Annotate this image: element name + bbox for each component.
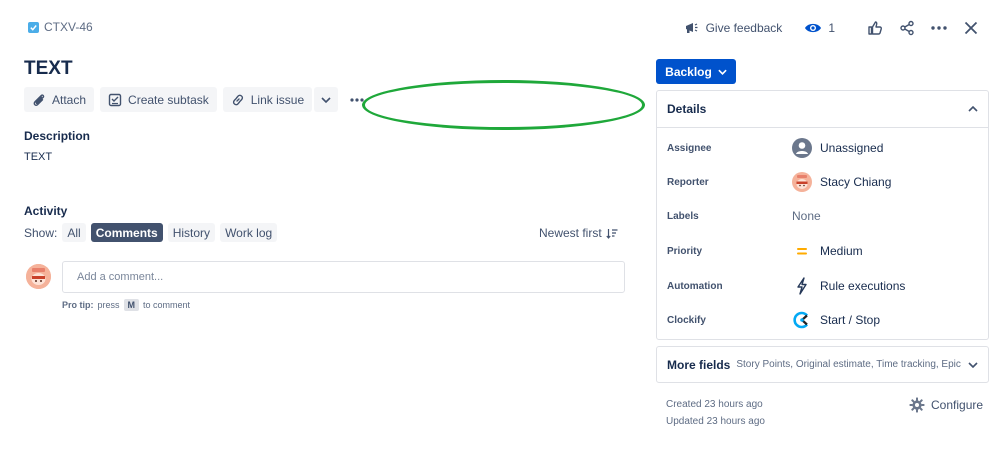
more-fields-title: More fields (667, 357, 731, 372)
issue-toolbar: Attach Create subtask Link issue (24, 87, 370, 112)
configure-label: Configure (931, 398, 984, 412)
detail-row-reporter: Reporter Stacy Chiang (667, 170, 982, 194)
details-panel: Details Assignee Unassigned Reporter Sta… (656, 90, 989, 340)
filter-history[interactable]: History (167, 223, 216, 242)
current-user-avatar (26, 264, 51, 289)
sort-icon (606, 228, 618, 239)
detail-label: Labels (667, 210, 699, 222)
detail-row-clockify: Clockify Start / Stop (667, 308, 982, 332)
filter-work-log[interactable]: Work log (220, 223, 278, 242)
link-icon (231, 93, 245, 107)
detail-label: Reporter (667, 176, 709, 188)
reporter-name: Stacy Chiang (820, 175, 892, 189)
details-header[interactable]: Details (657, 91, 988, 128)
description-heading: Description (24, 129, 91, 143)
more-fields-summary: Story Points, Original estimate, Time tr… (736, 359, 962, 370)
updated-timestamp: Updated 23 hours ago (666, 416, 765, 427)
create-subtask-label: Create subtask (128, 92, 209, 107)
more-fields-panel[interactable]: More fields Story Points, Original estim… (656, 346, 989, 383)
link-issue-label: Link issue (250, 92, 305, 107)
share-icon (899, 20, 915, 36)
issue-key-breadcrumb[interactable]: CTXV-46 (28, 20, 93, 34)
chevron-down-icon (718, 69, 727, 75)
sort-label: Newest first (539, 226, 602, 240)
more-actions-button[interactable] (927, 16, 951, 40)
assignee-value[interactable]: Unassigned (792, 138, 883, 158)
chevron-down-icon (321, 96, 331, 103)
automation-name: Rule executions (820, 279, 906, 293)
lightning-icon (792, 276, 812, 296)
clockify-value[interactable]: Start / Stop (792, 310, 880, 330)
more-icon (931, 26, 947, 30)
vote-button[interactable] (863, 16, 887, 40)
filter-all[interactable]: All (62, 223, 86, 242)
give-feedback-button[interactable]: Give feedback (684, 20, 783, 36)
detail-row-automation: Automation Rule executions (667, 274, 982, 298)
priority-medium-icon (792, 241, 812, 261)
priority-name: Medium (820, 244, 863, 258)
reporter-avatar (792, 172, 812, 192)
pro-tip-suffix: to comment (143, 300, 191, 310)
attach-label: Attach (52, 92, 87, 107)
highlight-oval-annotation (362, 80, 645, 130)
activity-filter-row: Show: All Comments History Work log (24, 223, 278, 242)
gear-icon (909, 397, 925, 413)
comment-placeholder: Add a comment... (77, 271, 164, 283)
chevron-up-icon[interactable] (968, 106, 978, 112)
activity-heading: Activity (24, 204, 68, 218)
detail-label: Priority (667, 245, 703, 257)
create-subtask-button[interactable]: Create subtask (100, 87, 217, 112)
details-title: Details (667, 102, 707, 116)
paperclip-icon (32, 93, 46, 107)
description-text[interactable]: TEXT (24, 151, 52, 163)
megaphone-icon (684, 20, 700, 36)
close-button[interactable] (959, 16, 983, 40)
detail-label: Assignee (667, 142, 712, 154)
thumbs-up-icon (867, 20, 883, 36)
link-issue-button[interactable]: Link issue (222, 87, 313, 112)
more-icon (350, 97, 364, 102)
user-avatar-icon (792, 138, 812, 158)
labels-value[interactable]: None (792, 209, 821, 223)
link-issue-dropdown-button[interactable] (314, 87, 339, 112)
detail-label: Clockify (667, 314, 706, 326)
link-issue-split-button: Link issue (222, 87, 339, 112)
subtask-icon (108, 93, 122, 107)
reporter-value[interactable]: Stacy Chiang (792, 172, 891, 192)
filter-comments[interactable]: Comments (90, 223, 163, 242)
watch-count: 1 (828, 21, 835, 35)
detail-row-priority: Priority Medium (667, 239, 982, 263)
show-label: Show: (24, 225, 58, 240)
close-icon (964, 21, 978, 35)
automation-value[interactable]: Rule executions (792, 276, 905, 296)
top-actions-bar: Give feedback 1 (684, 16, 983, 40)
issue-key-label: CTXV-46 (44, 20, 93, 34)
attach-button[interactable]: Attach (24, 87, 95, 112)
task-type-icon (28, 21, 39, 33)
watch-button[interactable]: 1 (804, 21, 835, 35)
clockify-action: Start / Stop (820, 313, 881, 327)
detail-row-assignee: Assignee Unassigned (667, 136, 982, 160)
status-dropdown-button[interactable]: Backlog (656, 59, 736, 84)
detail-label: Automation (667, 280, 723, 292)
comment-input[interactable]: Add a comment... (62, 261, 625, 293)
status-label: Backlog (665, 64, 712, 79)
pro-tip: Pro tip: press M to comment (62, 299, 190, 311)
give-feedback-label: Give feedback (705, 21, 783, 35)
sort-order-button[interactable]: Newest first (539, 226, 618, 240)
eye-icon (804, 21, 822, 35)
clockify-icon (792, 310, 812, 330)
configure-button[interactable]: Configure (909, 397, 983, 413)
created-timestamp: Created 23 hours ago (666, 399, 763, 410)
pro-tip-press: press (97, 300, 120, 310)
issue-title[interactable]: TEXT (24, 58, 73, 80)
share-button[interactable] (895, 16, 919, 40)
priority-value[interactable]: Medium (792, 241, 863, 261)
assignee-name: Unassigned (820, 141, 884, 155)
detail-row-labels: Labels None (667, 204, 982, 228)
pro-tip-label: Pro tip: (62, 300, 94, 310)
chevron-down-icon (968, 361, 978, 368)
shortcut-key: M (123, 299, 140, 311)
